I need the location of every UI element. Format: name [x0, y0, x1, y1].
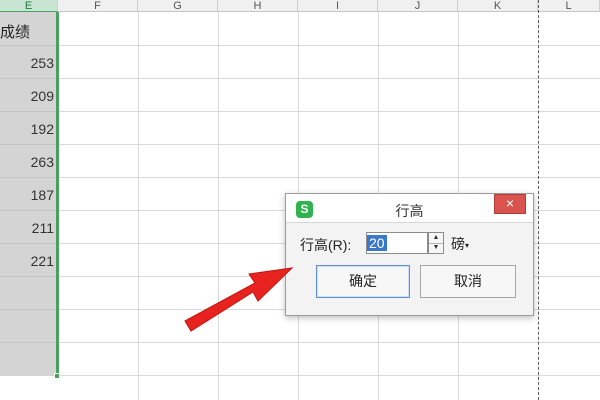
annotation-arrow-icon: [184, 267, 294, 332]
